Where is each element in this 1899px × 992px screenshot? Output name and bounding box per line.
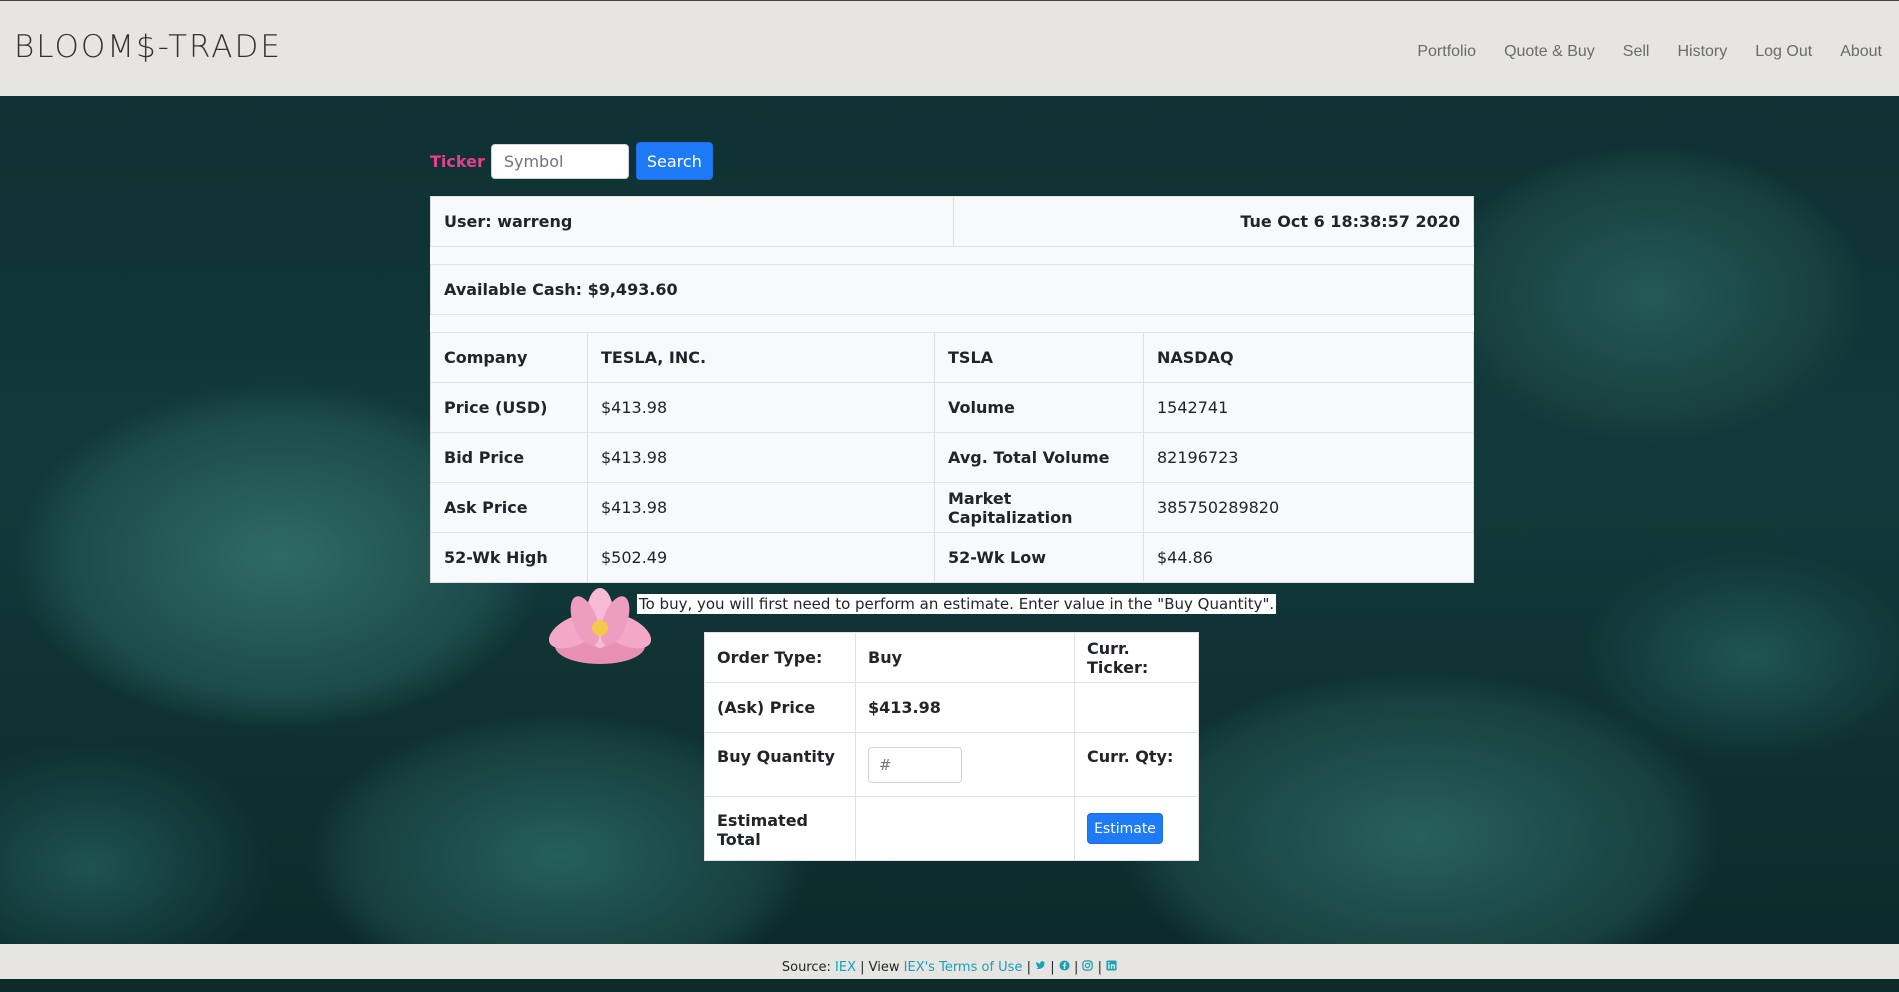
- field-label: Ask Price: [430, 482, 588, 533]
- nav-quote-buy[interactable]: Quote & Buy: [1504, 43, 1595, 61]
- brand-logo[interactable]: BLOOM$-TRADE: [14, 29, 282, 65]
- iex-terms-link[interactable]: IEX's Terms of Use: [904, 960, 1023, 975]
- nav-logout[interactable]: Log Out: [1755, 43, 1812, 61]
- field-label: 52-Wk Low: [934, 532, 1144, 583]
- field-label: Price (USD): [430, 382, 588, 433]
- table-row: (Ask) Price $413.98: [704, 682, 1199, 733]
- estimated-total-label: Estimated Total: [704, 796, 856, 861]
- curr-ticker-value: [1074, 682, 1199, 733]
- linkedin-icon[interactable]: [1106, 944, 1117, 971]
- field-value: $413.98: [587, 432, 935, 483]
- symbol-input[interactable]: [490, 143, 629, 179]
- field-value: $44.86: [1143, 532, 1474, 583]
- instagram-icon[interactable]: [1082, 944, 1094, 971]
- footer-view-label: | View: [860, 960, 900, 975]
- table-row: Ask Price $413.98 Market Capitalization …: [430, 482, 1474, 533]
- nav-about[interactable]: About: [1840, 43, 1882, 61]
- quote-table: Company TESLA, INC. TSLA NASDAQ Price (U…: [430, 332, 1474, 583]
- estimate-button[interactable]: Estimate: [1087, 813, 1163, 844]
- nav-sell[interactable]: Sell: [1623, 43, 1650, 61]
- estimated-total-value: [855, 796, 1075, 861]
- navbar: BLOOM$-TRADE Portfolio Quote & Buy Sell …: [0, 0, 1899, 96]
- exchange-cell: NASDAQ: [1143, 332, 1474, 383]
- field-value: 1542741: [1143, 382, 1474, 433]
- search-button[interactable]: Search: [635, 142, 713, 180]
- field-value: $502.49: [587, 532, 935, 583]
- lotus-flower-image: [548, 588, 652, 664]
- field-value: 82196723: [1143, 432, 1474, 483]
- field-value: $413.98: [587, 382, 935, 433]
- field-label: Avg. Total Volume: [934, 432, 1144, 483]
- order-type-value: Buy: [855, 632, 1075, 683]
- twitter-icon[interactable]: [1035, 944, 1046, 969]
- user-cell: User: warreng: [430, 196, 954, 247]
- facebook-icon[interactable]: [1059, 944, 1070, 971]
- nav-portfolio[interactable]: Portfolio: [1417, 43, 1476, 61]
- field-value: 385750289820: [1143, 482, 1474, 533]
- field-label: Bid Price: [430, 432, 588, 483]
- field-value: $413.98: [587, 482, 935, 533]
- footer-separator: |: [1050, 960, 1055, 975]
- price-value: $413.98: [855, 682, 1075, 733]
- company-label: Company: [430, 332, 588, 383]
- order-type-label: Order Type:: [704, 632, 856, 683]
- available-cash: Available Cash: $9,493.60: [430, 264, 1474, 315]
- nav-history[interactable]: History: [1677, 43, 1727, 61]
- buy-instruction-note: To buy, you will first need to perform a…: [637, 594, 1277, 614]
- footer-separator: |: [1073, 960, 1079, 975]
- timestamp-cell: Tue Oct 6 18:38:57 2020: [953, 196, 1474, 247]
- table-row: Price (USD) $413.98 Volume 1542741: [430, 382, 1474, 433]
- curr-qty-label: Curr. Qty:: [1074, 732, 1199, 797]
- table-row: Order Type: Buy Curr. Ticker:: [704, 632, 1199, 683]
- footer: Source: IEX | View IEX's Terms of Use | …: [0, 944, 1899, 979]
- table-row: Estimated Total Estimate: [704, 796, 1199, 861]
- field-label: 52-Wk High: [430, 532, 588, 583]
- field-label: Volume: [934, 382, 1144, 433]
- table-row: Bid Price $413.98 Avg. Total Volume 8219…: [430, 432, 1474, 483]
- buy-quantity-input[interactable]: [868, 746, 962, 783]
- footer-separator: |: [1097, 960, 1102, 975]
- iex-link[interactable]: IEX: [835, 960, 856, 975]
- quote-info-panel: User: warreng Tue Oct 6 18:38:57 2020 Av…: [430, 196, 1474, 583]
- symbol-cell: TSLA: [934, 332, 1144, 383]
- table-row: Company TESLA, INC. TSLA NASDAQ: [430, 332, 1474, 383]
- company-name: TESLA, INC.: [587, 332, 935, 383]
- nav-links: Portfolio Quote & Buy Sell History Log O…: [1417, 43, 1899, 61]
- footer-separator: |: [1026, 960, 1031, 975]
- order-panel: Order Type: Buy Curr. Ticker: (Ask) Pric…: [704, 632, 1199, 861]
- field-label: Market Capitalization: [934, 482, 1144, 533]
- price-label: (Ask) Price: [704, 682, 856, 733]
- curr-ticker-label: Curr. Ticker:: [1074, 632, 1199, 683]
- search-bar: Ticker Search: [430, 142, 713, 180]
- footer-source-label: Source:: [781, 960, 831, 975]
- ticker-label: Ticker: [430, 151, 485, 171]
- table-row: 52-Wk High $502.49 52-Wk Low $44.86: [430, 532, 1474, 583]
- buy-quantity-label: Buy Quantity: [704, 732, 856, 797]
- table-row: Buy Quantity Curr. Qty:: [704, 732, 1199, 797]
